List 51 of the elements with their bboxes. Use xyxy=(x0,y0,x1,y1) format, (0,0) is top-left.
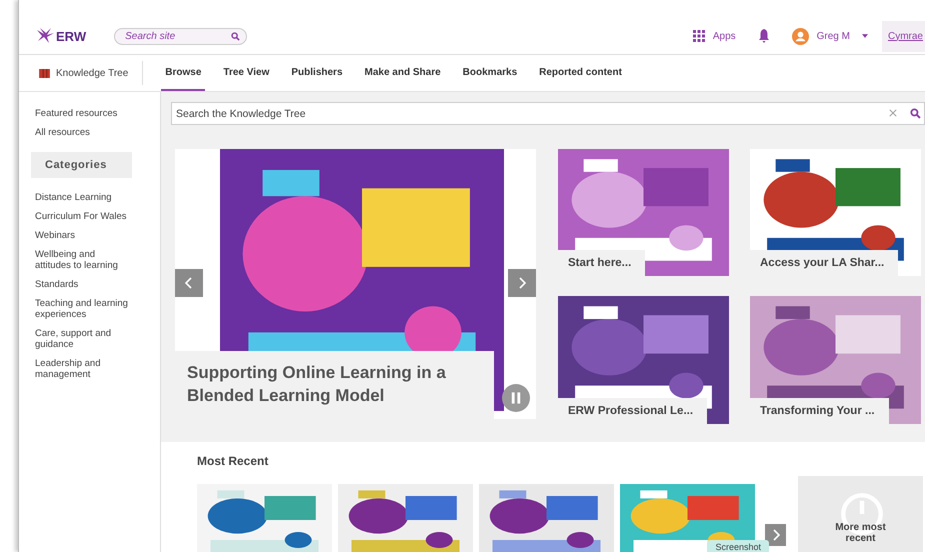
nav-tab[interactable]: Bookmarks xyxy=(458,55,522,91)
category-link[interactable]: Webinars xyxy=(35,230,138,241)
resource-tile[interactable]: ERW Professional Le... xyxy=(558,296,729,424)
apps-grid-icon[interactable] xyxy=(692,30,705,42)
slide-caption[interactable]: Supporting Online Learning in a Blended Learning Model xyxy=(175,351,494,419)
nav-tab[interactable]: Publishers xyxy=(287,55,347,91)
resource-tile[interactable]: Transforming Your ... xyxy=(750,296,921,424)
category-link[interactable]: Curriculum For Wales xyxy=(35,211,138,222)
next-button[interactable] xyxy=(765,524,786,546)
language-link[interactable]: Cymrae xyxy=(882,20,925,52)
search-icon[interactable] xyxy=(231,32,240,40)
sidebar-link[interactable]: All resources xyxy=(35,127,138,138)
categories-heading: Categories xyxy=(31,152,132,178)
previous-button[interactable] xyxy=(175,269,203,297)
tile-caption: ERW Professional Le... xyxy=(558,398,708,424)
logo[interactable]: ERW xyxy=(35,28,86,44)
pause-button[interactable] xyxy=(502,384,530,412)
apps-link[interactable]: Apps xyxy=(712,30,736,42)
search-icon[interactable] xyxy=(910,108,921,119)
category-link[interactable]: Care, support and guidance xyxy=(35,328,138,350)
category-link[interactable]: Standards xyxy=(35,279,138,290)
search-field[interactable]: Search site xyxy=(114,28,248,44)
tooltip: Screenshot xyxy=(707,540,769,552)
search-field[interactable]: Search the Knowledge Tree xyxy=(171,102,925,125)
sidebar-link[interactable]: Featured resources xyxy=(35,108,138,119)
more-recent-tile[interactable]: More most recent xyxy=(798,476,923,552)
clear-icon[interactable] xyxy=(889,109,897,117)
more-label: More most recent xyxy=(834,522,887,546)
nav-tab[interactable]: Reported content xyxy=(535,55,626,91)
section-title: Most Recent xyxy=(197,454,270,468)
tile-caption: Access your LA Shar... xyxy=(750,250,898,276)
category-link[interactable]: Distance Learning xyxy=(35,192,138,203)
category-link[interactable]: Wellbeing and attitudes to learning xyxy=(35,249,138,271)
user-menu[interactable]: Greg M xyxy=(816,30,850,42)
category-link[interactable]: Teaching and learning experiences xyxy=(35,298,138,320)
chevron-left-icon xyxy=(185,277,193,289)
resource-tile[interactable]: Start here... xyxy=(558,149,729,276)
tile-caption: Transforming Your ... xyxy=(750,398,889,424)
next-button[interactable] xyxy=(508,269,536,297)
bell-icon[interactable] xyxy=(758,29,770,43)
category-link[interactable]: Leadership and management xyxy=(35,358,138,380)
caret-icon xyxy=(862,34,868,38)
nav-tab[interactable]: Tree View xyxy=(219,55,274,91)
chevron-right-icon xyxy=(772,529,780,541)
nav-tab[interactable]: Make and Share xyxy=(360,55,445,91)
app-name: Knowledge Tree xyxy=(56,68,128,78)
pause-icon xyxy=(509,391,523,405)
tile-caption: Start here... xyxy=(558,250,646,276)
books-icon xyxy=(39,68,50,78)
chevron-right-icon xyxy=(518,277,526,289)
flower-icon xyxy=(35,28,55,44)
